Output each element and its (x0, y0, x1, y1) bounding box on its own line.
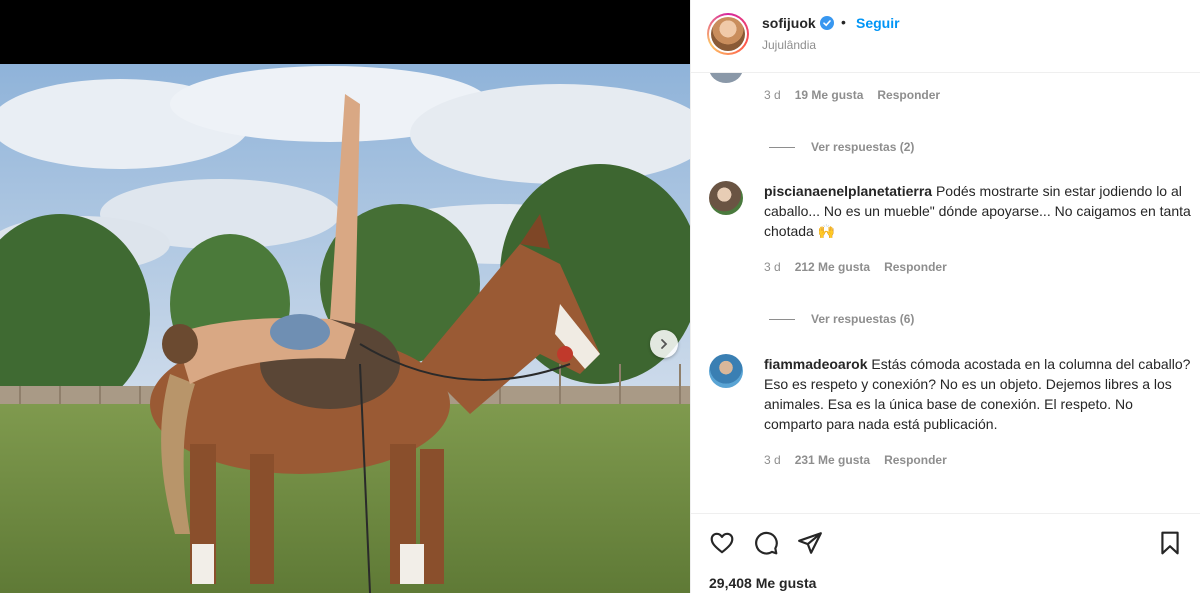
author-avatar[interactable] (707, 13, 749, 55)
reply-button[interactable]: Responder (884, 260, 947, 274)
comment-time: 3 d (764, 453, 781, 467)
view-replies-button[interactable]: Ver respuestas (6) (769, 312, 914, 326)
comment-meta: 3 d 19 Me gusta Responder (764, 88, 940, 102)
header-separator: • (841, 14, 846, 30)
divider-line (769, 318, 795, 320)
comment-body: fiammadeoarok Estás cómoda acostada en l… (764, 354, 1194, 434)
chevron-right-icon (661, 339, 668, 349)
comment-time: 3 d (764, 88, 781, 102)
view-replies-label: Ver respuestas (6) (811, 312, 915, 326)
reply-button[interactable]: Responder (884, 453, 947, 467)
post-actions: 29,408 Me gusta (691, 513, 1200, 593)
comment-likes[interactable]: 231 Me gusta (795, 453, 870, 467)
view-replies-label: Ver respuestas (2) (811, 140, 915, 154)
comment-avatar[interactable] (709, 354, 743, 388)
view-replies-button[interactable]: Ver respuestas (2) (769, 140, 914, 154)
photo-illustration (0, 64, 690, 593)
comment-body: piscianaenelplanetatierra Podés mostrart… (764, 181, 1194, 241)
heart-icon[interactable] (709, 530, 735, 556)
comment-username[interactable]: piscianaenelplanetatierra (764, 183, 932, 199)
comment-meta: 3 d 212 Me gusta Responder (764, 260, 947, 274)
post-location[interactable]: Jujulândia (762, 38, 816, 52)
post-header: sofijuok • Seguir Jujulândia (691, 0, 1200, 73)
divider-line (769, 146, 795, 148)
post-side-panel: sofijuok • Seguir Jujulândia 3 d 19 Me g… (690, 0, 1200, 593)
comments-list[interactable]: 3 d 19 Me gusta Responder Ver respuestas… (691, 73, 1200, 513)
follow-button[interactable]: Seguir (856, 15, 900, 31)
post-photo[interactable] (0, 64, 690, 593)
comment-meta: 3 d 231 Me gusta Responder (764, 453, 947, 467)
comment-likes[interactable]: 19 Me gusta (795, 88, 864, 102)
comment-icon[interactable] (753, 530, 779, 556)
comment-time: 3 d (764, 260, 781, 274)
comment-avatar[interactable] (709, 181, 743, 215)
comment-avatar[interactable] (709, 73, 743, 83)
comment-username[interactable]: fiammadeoarok (764, 356, 867, 372)
author-username[interactable]: sofijuok (762, 15, 816, 31)
author-avatar-image (711, 17, 745, 51)
post-likes-count[interactable]: 29,408 Me gusta (709, 575, 816, 591)
next-image-button[interactable] (650, 330, 678, 358)
share-icon[interactable] (797, 530, 823, 556)
comment-likes[interactable]: 212 Me gusta (795, 260, 870, 274)
verified-badge-icon (820, 16, 834, 30)
reply-button[interactable]: Responder (877, 88, 940, 102)
post-media (0, 0, 690, 593)
bookmark-icon[interactable] (1157, 530, 1183, 556)
